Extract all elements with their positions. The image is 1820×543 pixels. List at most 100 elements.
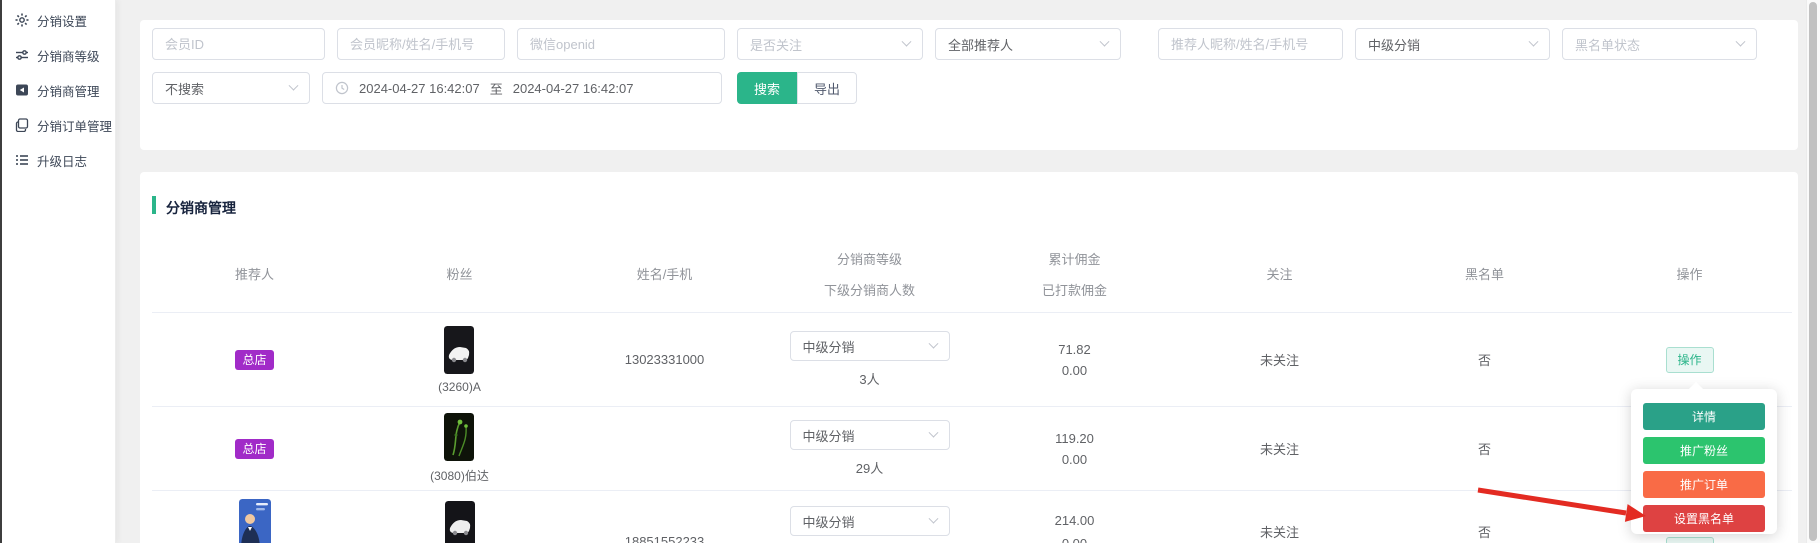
sidebar-item-label: 分销设置: [37, 11, 87, 30]
level-dropdown[interactable]: 中级分销: [790, 506, 950, 536]
level-cell: 中级分销 29人: [790, 420, 950, 477]
follow-cell: 未关注: [1260, 439, 1299, 458]
sidebar-item-label: 分销商管理: [37, 81, 100, 100]
scrollbar-thumb[interactable]: [1809, 2, 1817, 541]
wechat-openid-input[interactable]: [517, 28, 725, 60]
chevron-down-icon: [289, 80, 299, 90]
level-select[interactable]: 中级分销: [1355, 28, 1550, 60]
filter-panel: 是否关注 全部推荐人 中级分销 黑名单状态 不搜索 2024-04-27 16:…: [140, 20, 1798, 150]
fan-name: (3260)A: [438, 380, 481, 394]
header-action: 操作: [1676, 267, 1702, 283]
commission-total: 71.82: [1058, 342, 1091, 357]
header-blacklist: 黑名单: [1465, 267, 1504, 283]
row-action-button[interactable]: 操作: [1666, 537, 1714, 543]
name-phone-cell: 18851552233: [625, 534, 705, 543]
commission-paid: 0.00: [1062, 536, 1087, 543]
section-accent-bar: [152, 196, 156, 214]
commission-total: 214.00: [1055, 513, 1095, 528]
section-title: 分销商管理: [166, 198, 236, 218]
fan-photo-car: [444, 326, 474, 374]
table-row: 总店 (3260)A 13023331000 中级分销 3人 71.82 0.0…: [152, 312, 1792, 406]
chevron-down-icon: [928, 513, 938, 523]
clock-icon: [335, 81, 349, 95]
referrer-select[interactable]: 全部推荐人: [935, 28, 1121, 60]
chevron-down-icon: [1736, 36, 1746, 46]
sidebar-item-distribution-orders[interactable]: 分销订单管理: [15, 116, 112, 134]
list-icon: [15, 153, 29, 167]
commission-cell: 71.82 0.00: [1058, 342, 1091, 378]
commission-total: 119.20: [1055, 431, 1094, 446]
date-start-value: 2024-04-27 16:42:07: [359, 81, 480, 96]
fan-cell: (3080)伯达: [430, 413, 489, 484]
level-value: 中级分销: [803, 426, 855, 445]
follow-status-placeholder: 是否关注: [750, 35, 802, 54]
vertical-scrollbar[interactable]: [1806, 0, 1820, 543]
header-commission: 累计佣金已打款佣金: [1042, 252, 1107, 299]
media-icon: [15, 83, 29, 97]
table-row: 总店 (3080)伯达 中级分销 29人 119.20 0.00 未关注 否 操…: [152, 406, 1792, 490]
menu-item-set-blacklist[interactable]: 设置黑名单: [1643, 505, 1765, 532]
level-select-value: 中级分销: [1368, 35, 1420, 54]
action-menu: 详情 推广粉丝 推广订单 设置黑名单: [1631, 389, 1777, 534]
menu-item-promoted-orders[interactable]: 推广订单: [1643, 471, 1765, 498]
header-name-phone: 姓名/手机: [637, 267, 693, 283]
follow-cell: 未关注: [1260, 522, 1299, 541]
header-level: 分销商等级下级分销商人数: [824, 252, 915, 299]
follow-cell: 未关注: [1260, 350, 1299, 369]
member-name-input[interactable]: [337, 28, 505, 60]
subordinate-count: 3人: [859, 369, 879, 388]
level-dropdown[interactable]: 中级分销: [790, 420, 950, 450]
search-type-value: 不搜索: [165, 79, 204, 98]
gear-icon: [15, 13, 29, 27]
commission-cell: 214.00 0.00: [1055, 513, 1095, 543]
sidebar-item-distributor-management[interactable]: 分销商管理: [15, 81, 100, 99]
subordinate-count: 29人: [856, 458, 883, 477]
commission-paid: 0.00: [1062, 452, 1087, 467]
fan-photo-car: [445, 501, 475, 543]
header-follow: 关注: [1266, 267, 1292, 283]
level-cell: 中级分销 3人: [790, 331, 950, 388]
blacklist-cell: 否: [1478, 439, 1491, 458]
sidebar-item-label: 分销商等级: [37, 46, 100, 65]
fan-cell: (3260)A: [438, 326, 481, 394]
blacklist-status-placeholder: 黑名单状态: [1575, 35, 1640, 54]
chevron-down-icon: [928, 427, 938, 437]
level-value: 中级分销: [803, 337, 855, 356]
level-cell: 中级分销: [790, 506, 950, 536]
blacklist-cell: 否: [1478, 522, 1491, 541]
sidebar-item-distributor-levels[interactable]: 分销商等级: [15, 46, 100, 64]
follow-status-select[interactable]: 是否关注: [737, 28, 923, 60]
member-id-input[interactable]: [152, 28, 325, 60]
sidebar-item-upgrade-logs[interactable]: 升级日志: [15, 151, 87, 169]
search-type-select[interactable]: 不搜索: [152, 72, 310, 104]
table-row: 18851552233 中级分销 214.00 0.00 未关注 否 操作: [152, 490, 1792, 543]
chevron-down-icon: [1100, 36, 1110, 46]
referrer-select-value: 全部推荐人: [948, 35, 1013, 54]
sidebar-item-label: 分销订单管理: [37, 116, 112, 135]
chevron-down-icon: [1529, 36, 1539, 46]
copy-icon: [15, 118, 29, 132]
row-action-button[interactable]: 操作: [1666, 347, 1714, 373]
search-button[interactable]: 搜索: [737, 72, 797, 104]
menu-item-details[interactable]: 详情: [1643, 403, 1765, 430]
commission-cell: 119.20 0.00: [1055, 431, 1094, 467]
level-dropdown[interactable]: 中级分销: [790, 331, 950, 361]
blacklist-status-select[interactable]: 黑名单状态: [1562, 28, 1757, 60]
name-phone-cell: 13023331000: [625, 352, 705, 367]
menu-item-promoted-fans[interactable]: 推广粉丝: [1643, 437, 1765, 464]
sidebar-item-distribution-settings[interactable]: 分销设置: [15, 11, 87, 29]
chevron-down-icon: [928, 338, 938, 348]
fan-photo-plant: [444, 413, 474, 461]
header-referrer: 推荐人: [235, 267, 274, 283]
export-button[interactable]: 导出: [797, 72, 857, 104]
date-end-value: 2024-04-27 16:42:07: [513, 81, 634, 96]
referrer-badge: 总店: [235, 439, 273, 459]
referrer-name-input[interactable]: [1158, 28, 1343, 60]
blacklist-cell: 否: [1478, 350, 1491, 369]
date-separator: 至: [490, 79, 503, 98]
sliders-icon: [15, 48, 29, 62]
date-range-picker[interactable]: 2024-04-27 16:42:07 至 2024-04-27 16:42:0…: [322, 72, 722, 104]
fan-name: (3080)伯达: [430, 467, 489, 484]
fan-cell: [445, 501, 475, 543]
header-fans: 粉丝: [446, 267, 472, 283]
